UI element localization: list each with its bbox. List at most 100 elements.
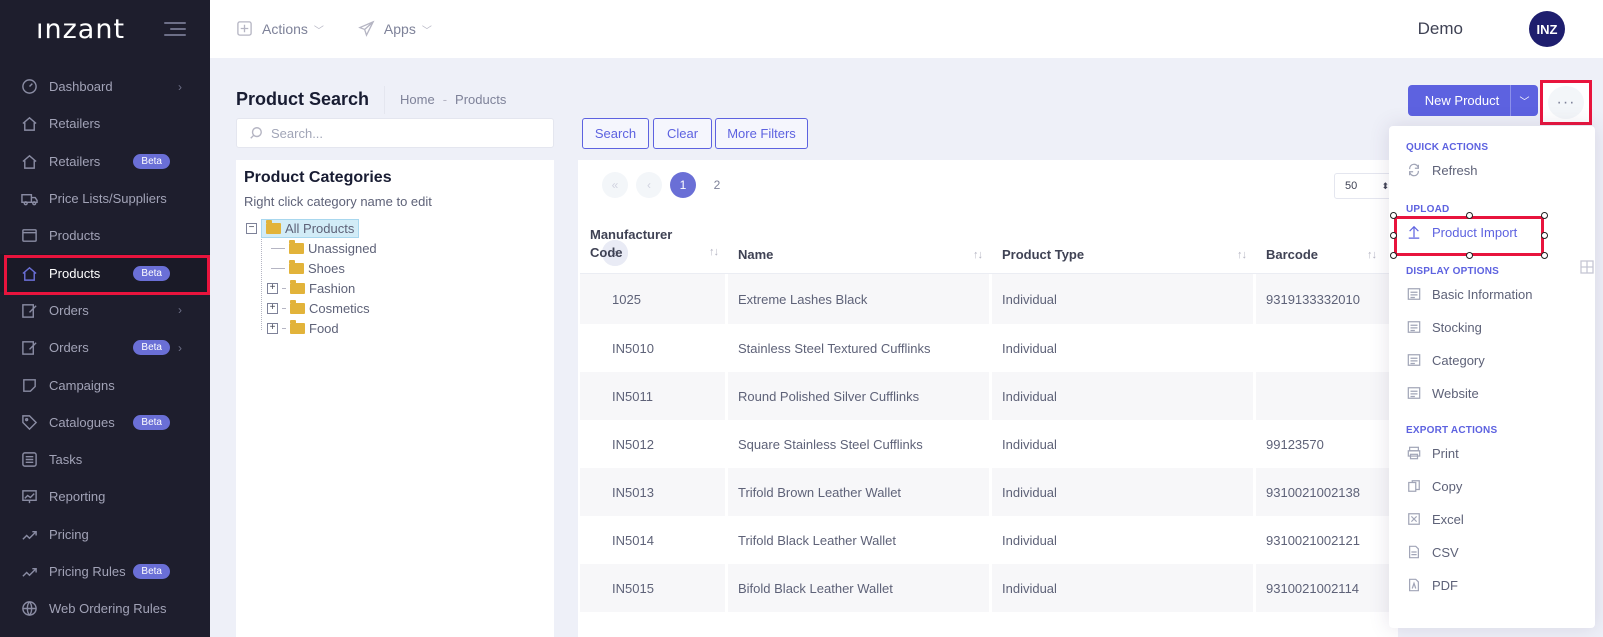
- prev-page-button[interactable]: ‹: [636, 172, 662, 198]
- per-page-select[interactable]: 50 ⬍: [1334, 173, 1394, 199]
- tag-icon: [20, 413, 38, 431]
- sidebar-item-orders[interactable]: Orders ›: [0, 292, 210, 329]
- expand-icon[interactable]: +: [267, 302, 278, 314]
- sidebar-item-catalogues[interactable]: Catalogues Beta: [0, 404, 210, 441]
- sidebar-item-retailers[interactable]: Retailers: [0, 105, 210, 142]
- chevron-right-icon: ›: [178, 79, 182, 94]
- product-import-menu-item[interactable]: Product Import: [1406, 220, 1586, 244]
- sidebar-item-retailers-beta[interactable]: Retailers Beta: [0, 143, 210, 180]
- table-row[interactable]: 1025 Extreme Lashes Black Individual 931913…: [580, 274, 1398, 324]
- sidebar-item-products-beta[interactable]: Products Beta: [0, 254, 210, 296]
- breadcrumb-products[interactable]: Products: [455, 92, 506, 107]
- tree-node-fashion[interactable]: + Fashion: [246, 278, 377, 298]
- page-1-button[interactable]: 1: [670, 172, 696, 198]
- sidebar-nav: Dashboard › Retailers Retailers Beta Pri…: [0, 68, 210, 627]
- more-actions-button[interactable]: ···: [1540, 80, 1592, 125]
- table-row[interactable]: IN5012 Square Stainless Steel Cufflinks In…: [580, 420, 1398, 468]
- tree-node-cosmetics[interactable]: + Cosmetics: [246, 298, 377, 318]
- tree-node-label: Cosmetics: [309, 300, 370, 316]
- sidebar-item-web-ordering-rules[interactable]: Web Ordering Rules: [0, 590, 210, 627]
- collapse-icon[interactable]: −: [246, 222, 257, 234]
- export-print-menu-item[interactable]: Print: [1406, 441, 1586, 465]
- table-cell-code: IN5011: [580, 372, 728, 420]
- actions-menu-label: Actions: [262, 21, 308, 37]
- new-product-label[interactable]: New Product: [1408, 93, 1510, 108]
- more-filters-button[interactable]: More Filters: [715, 118, 808, 149]
- new-product-button[interactable]: New Product ﹀: [1408, 85, 1538, 116]
- page-2-button[interactable]: 2: [704, 172, 730, 198]
- display-option-website[interactable]: Website: [1406, 381, 1586, 405]
- table-cell-name: Square Stainless Steel Cufflinks: [728, 420, 992, 468]
- resize-handle: [1541, 252, 1548, 259]
- sidebar-item-orders-beta[interactable]: Orders Beta ›: [0, 329, 210, 366]
- refresh-menu-item[interactable]: Refresh: [1406, 158, 1586, 182]
- tree-node-selected[interactable]: All Products: [261, 218, 360, 238]
- more-dots-icon[interactable]: ···: [1548, 86, 1584, 119]
- breadcrumb-home[interactable]: Home: [400, 92, 435, 107]
- export-excel-menu-item[interactable]: Excel: [1406, 507, 1586, 531]
- table-cell-code: IN5012: [580, 420, 728, 468]
- list-box-icon: [1406, 319, 1422, 335]
- folder-icon: [290, 319, 305, 334]
- search-button[interactable]: Search: [582, 118, 649, 149]
- table-row[interactable]: IN5011 Round Polished Silver Cufflinks Ind…: [580, 372, 1398, 420]
- avatar[interactable]: INZ: [1529, 11, 1565, 47]
- table-cell-barcode: 99123570: [1256, 420, 1398, 468]
- sidebar-item-reporting[interactable]: Reporting: [0, 478, 210, 515]
- sidebar-item-campaigns[interactable]: Campaigns: [0, 366, 210, 403]
- sidebar-item-dashboard[interactable]: Dashboard ›: [0, 68, 210, 105]
- quick-actions-heading: QUICK ACTIONS: [1406, 142, 1489, 153]
- user-name[interactable]: Demo: [1418, 19, 1463, 39]
- list-icon: [20, 451, 38, 469]
- table-cell-barcode: [1256, 372, 1398, 420]
- table-cell-code: IN5014: [580, 516, 728, 564]
- sort-icon[interactable]: ↑↓: [973, 249, 983, 261]
- table-row[interactable]: IN5010 Stainless Steel Textured Cufflinks…: [580, 324, 1398, 372]
- sidebar-item-label: Orders: [49, 302, 89, 318]
- table-row[interactable]: IN5014 Trifold Black Leather Wallet Indivi…: [580, 516, 1398, 564]
- first-page-button[interactable]: «: [602, 172, 628, 198]
- table-row[interactable]: IN5015 Bifold Black Leather Wallet Individ…: [580, 564, 1398, 612]
- display-option-stocking[interactable]: Stocking: [1406, 315, 1586, 339]
- chevron-right-icon: ›: [178, 340, 182, 355]
- chevron-down-icon[interactable]: ﹀: [1510, 85, 1538, 116]
- grid-toggle-icon[interactable]: [1580, 260, 1594, 274]
- actions-menu[interactable]: Actions ﹀: [236, 20, 324, 38]
- export-pdf-menu-item[interactable]: PDF: [1406, 573, 1586, 597]
- table-row[interactable]: IN5013 Trifold Brown Leather Wallet Indivi…: [580, 468, 1398, 516]
- sidebar-item-pricing-rules[interactable]: Pricing Rules Beta: [0, 553, 210, 590]
- hamburger-menu-icon[interactable]: [164, 22, 186, 36]
- sidebar-item-products[interactable]: Products: [0, 217, 210, 254]
- export-copy-menu-item[interactable]: Copy: [1406, 474, 1586, 498]
- column-header-product-type[interactable]: Product Type ↑↓: [992, 218, 1256, 274]
- expand-icon[interactable]: +: [267, 322, 278, 334]
- sidebar-item-label: Pricing Rules: [49, 564, 126, 579]
- search-input[interactable]: [271, 125, 531, 141]
- export-csv-menu-item[interactable]: CSV: [1406, 540, 1586, 564]
- apps-menu[interactable]: Apps ﹀: [358, 20, 432, 38]
- clear-button[interactable]: Clear: [653, 118, 712, 149]
- sort-icon[interactable]: ↑↓: [1367, 249, 1377, 261]
- sidebar-item-label: Campaigns: [49, 377, 115, 393]
- tree-node-unassigned[interactable]: Unassigned: [246, 238, 377, 258]
- display-option-category[interactable]: Category: [1406, 348, 1586, 372]
- sidebar-item-pricing[interactable]: Pricing: [0, 516, 210, 553]
- table-cell-type: Individual: [992, 274, 1256, 324]
- column-header-barcode[interactable]: Barcode ↑↓: [1256, 218, 1386, 274]
- tree-node-food[interactable]: + Food: [246, 318, 377, 338]
- sidebar-item-tasks[interactable]: Tasks: [0, 441, 210, 478]
- app-logo[interactable]: ınzant: [36, 14, 125, 45]
- globe-icon: [20, 600, 38, 618]
- display-option-basic-information[interactable]: Basic Information: [1406, 282, 1586, 306]
- expand-icon[interactable]: +: [267, 282, 278, 294]
- breadcrumb: Home - Products: [400, 92, 506, 107]
- column-header-manufacturer-code[interactable]: Manufacturer Code ↑↓: [580, 218, 728, 274]
- folder-icon: [289, 239, 304, 254]
- sidebar-item-price-lists[interactable]: Price Lists/Suppliers: [0, 180, 210, 217]
- tree-node-shoes[interactable]: Shoes: [246, 258, 377, 278]
- sort-icon[interactable]: ↑↓: [709, 243, 719, 261]
- table-cell-type: Individual: [992, 420, 1256, 468]
- sort-icon[interactable]: ↑↓: [1237, 249, 1247, 261]
- tree-node-all-products[interactable]: − All Products: [246, 218, 377, 238]
- column-header-name[interactable]: Name ↑↓: [728, 218, 992, 274]
